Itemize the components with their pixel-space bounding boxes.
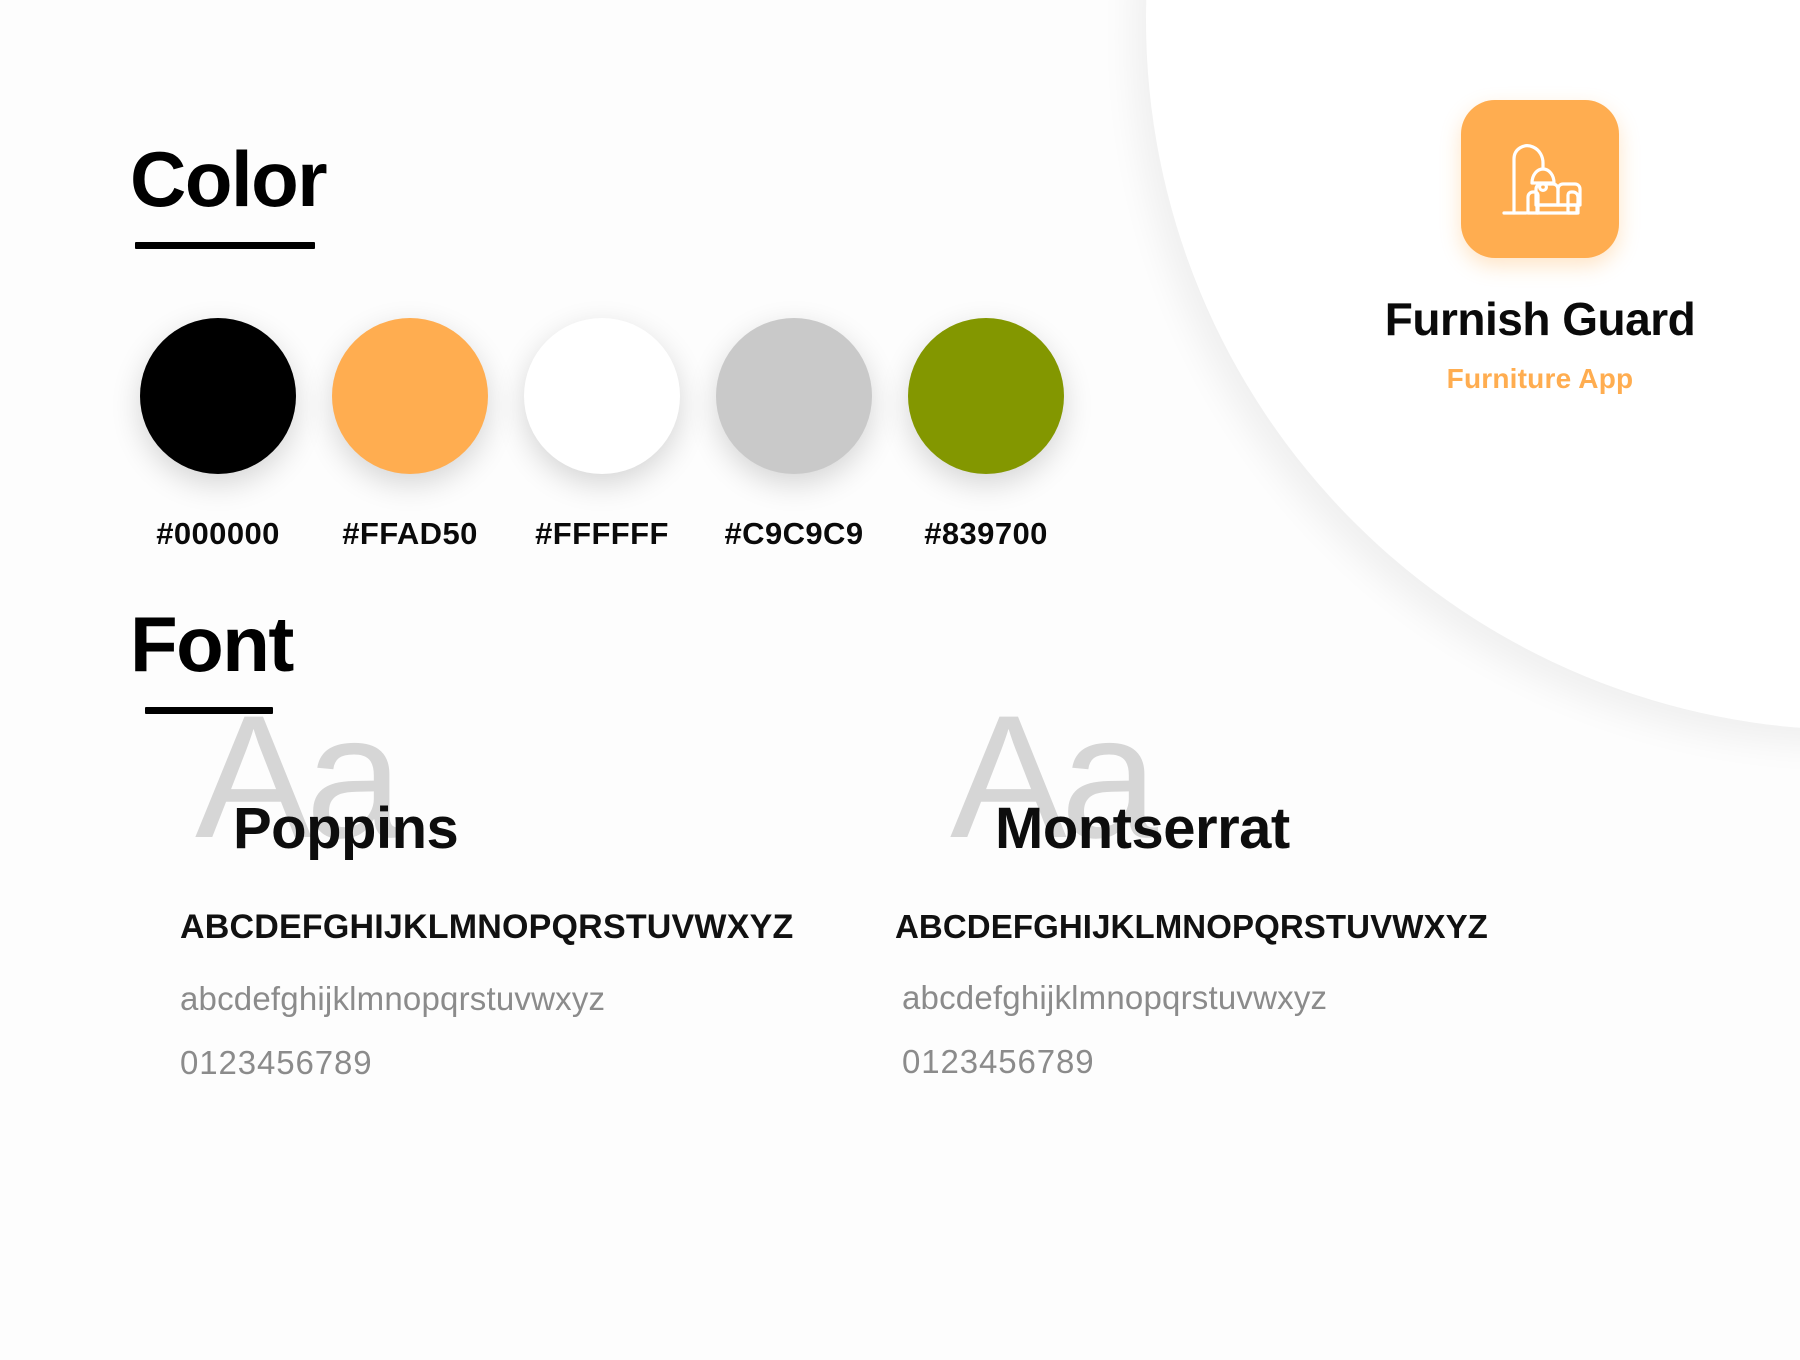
font-digits-row: 0123456789: [180, 1044, 373, 1081]
font-specimen-montserrat: Aa Montserrat ABCDEFGHIJKLMNOPQRSTUVWXYZ…: [895, 690, 1625, 1081]
color-swatch: #000000: [122, 318, 314, 552]
font-title-group: Aa Montserrat: [895, 690, 1625, 865]
font-section-title: Font: [130, 600, 294, 688]
color-swatch: #C9C9C9: [698, 318, 890, 552]
color-section-heading: Color: [130, 135, 328, 249]
color-swatch-label: #000000: [156, 516, 280, 551]
color-palette-row: #000000 #FFAD50 #FFFFFF #C9C9C9 #839700: [122, 318, 1082, 552]
font-name: Montserrat: [995, 796, 1290, 861]
font-lowercase-row: abcdefghijklmnopqrstuvwxyz: [180, 980, 606, 1017]
font-digits-row: 0123456789: [902, 1043, 1095, 1080]
color-swatch-label: #FFAD50: [342, 516, 478, 551]
sofa-lamp-icon: [1492, 131, 1588, 227]
color-swatch-dot: [524, 318, 680, 474]
font-name: Poppins: [233, 796, 459, 861]
color-swatch-label: #C9C9C9: [724, 516, 864, 551]
color-swatch-dot: [332, 318, 488, 474]
font-uppercase-row: ABCDEFGHIJKLMNOPQRSTUVWXYZ: [180, 908, 794, 946]
color-swatch: #839700: [890, 318, 1082, 552]
font-title-group: Aa Poppins: [180, 690, 910, 865]
brand-block: Furnish Guard Furniture App: [1330, 100, 1750, 395]
color-swatch-dot: [716, 318, 872, 474]
color-swatch-dot: [140, 318, 296, 474]
app-logo-tile: [1461, 100, 1619, 258]
font-specimen-poppins: Aa Poppins ABCDEFGHIJKLMNOPQRSTUVWXYZ ab…: [180, 690, 910, 1082]
color-section-title: Color: [130, 135, 328, 223]
color-swatch: #FFFFFF: [506, 318, 698, 552]
brand-name: Furnish Guard: [1384, 293, 1696, 345]
color-swatch-dot: [908, 318, 1064, 474]
color-swatch-label: #839700: [924, 516, 1048, 551]
style-guide-canvas: Furnish Guard Furniture App Color #00000…: [0, 0, 1800, 1360]
color-swatch: #FFAD50: [314, 318, 506, 552]
color-swatch-label: #FFFFFF: [535, 516, 669, 551]
font-uppercase-row: ABCDEFGHIJKLMNOPQRSTUVWXYZ: [895, 908, 1488, 945]
color-title-underline: [135, 242, 315, 249]
font-lowercase-row: abcdefghijklmnopqrstuvwxyz: [902, 979, 1328, 1016]
brand-tagline: Furniture App: [1446, 362, 1634, 394]
